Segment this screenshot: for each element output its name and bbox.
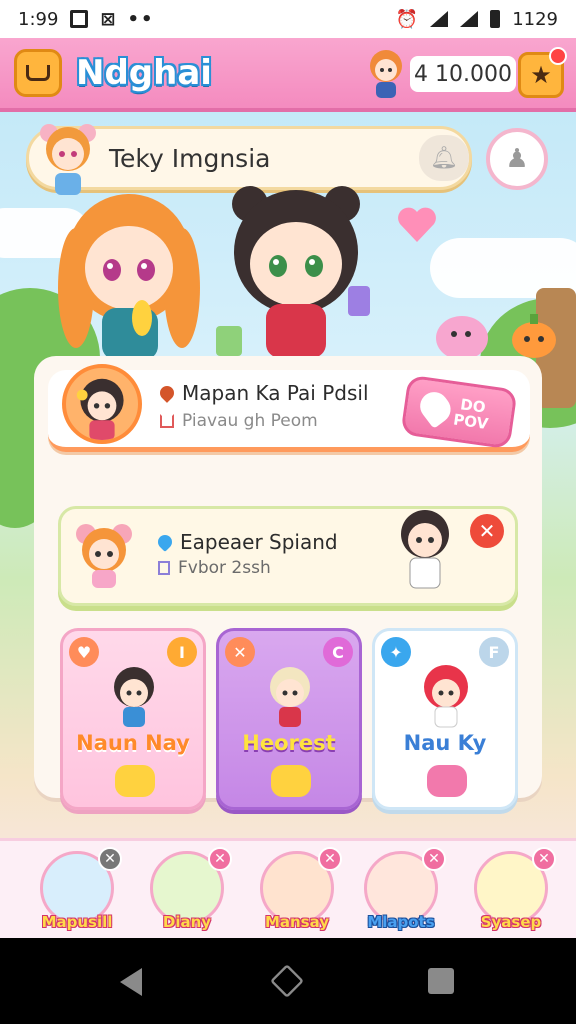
game-screen: Ndghai 4 10.000 ★ Teky Imgnsia 🔔︎ ♟ Mapa…	[0, 38, 576, 938]
roster-item[interactable]: ✕ Mansay	[252, 847, 342, 937]
quest-avatar	[62, 364, 142, 444]
card-name: Heorest	[242, 731, 336, 755]
blob-icon	[427, 765, 467, 797]
slime-critter	[436, 316, 488, 360]
quest-subtitle-text: Piavau gh Peom	[182, 411, 318, 431]
roster-name: Syasep	[480, 913, 542, 931]
lock-icon: ✕	[98, 847, 122, 871]
roster-item[interactable]: ✕ Mlapots	[356, 847, 446, 937]
player-avatar	[40, 124, 96, 195]
star-face-icon	[271, 765, 311, 797]
profile-button[interactable]: ♟	[486, 128, 548, 190]
drop-icon	[157, 383, 177, 403]
card-name: Nau Ky	[403, 731, 487, 755]
hero-character-orange	[58, 194, 200, 360]
game-title: Ndghai	[76, 53, 212, 93]
roster-name: Mlapots	[367, 913, 435, 931]
star-badge-icon: ✦	[381, 637, 411, 667]
back-icon[interactable]	[120, 968, 142, 996]
more-dots-icon: ••	[127, 8, 155, 30]
app-icon: ⊠	[100, 8, 116, 30]
remove-icon: ✕	[208, 847, 232, 871]
player-name: Teky Imgnsia	[109, 143, 271, 173]
status-time: 1:99	[18, 8, 59, 30]
favorites-button[interactable]: ★	[518, 47, 567, 98]
character-card-1[interactable]: ♥ I Naun Nay	[60, 628, 206, 810]
floating-heart	[398, 207, 436, 242]
do-quest-label: DO POV	[452, 395, 490, 434]
close-icon: ✕	[478, 519, 496, 543]
notification-icon	[70, 10, 89, 28]
card-badge: C	[323, 637, 353, 667]
roster-item[interactable]: ✕ Diany	[142, 847, 232, 937]
heart-badge-icon: ♥	[69, 637, 99, 667]
roster-name: Mansay	[264, 913, 330, 931]
status-clock: 1129	[512, 8, 558, 30]
quest-title: Mapan Ka Pai Pdsil	[157, 381, 369, 405]
quest2-title-text: Eapeaer Spiand	[180, 530, 338, 554]
recent-apps-icon[interactable]	[428, 968, 454, 994]
ghost-icon: ♟	[505, 144, 529, 174]
scroll-icon	[158, 561, 170, 575]
card-name: Naun Nay	[76, 731, 190, 755]
quest2-title: Eapeaer Spiand	[155, 530, 338, 554]
star-face-icon	[115, 765, 155, 797]
home-button[interactable]	[14, 49, 62, 97]
home-icon[interactable]	[270, 964, 304, 998]
card-character	[424, 665, 468, 728]
card-badge: F	[479, 637, 509, 667]
character-roster: ✕ Mapusill ✕ Diany ✕ Mansay ✕ Mlapots ✕ …	[0, 838, 576, 938]
bell-button[interactable]: 🔔︎	[419, 135, 469, 181]
status-right: ⏰ 1129	[396, 9, 558, 30]
roster-item[interactable]: ✕ Syasep	[466, 847, 556, 937]
signal-icon	[460, 11, 479, 27]
quest2-subtitle: Fvbor 2ssh	[158, 558, 271, 578]
x-badge-icon: ✕	[225, 637, 255, 667]
card-character	[114, 667, 154, 727]
remove-icon: ✕	[532, 847, 556, 871]
quest-subtitle: Piavau gh Peom	[160, 411, 318, 431]
status-left: 1:99 ⊠ ••	[18, 9, 155, 30]
roster-item[interactable]: ✕ Mapusill	[32, 847, 122, 937]
character-card-3[interactable]: ✦ F Nau Ky	[372, 628, 518, 810]
remove-icon: ✕	[318, 847, 342, 871]
hero-character-dark	[216, 186, 370, 358]
status-bar: 1:99 ⊠ •• ⏰ 1129	[0, 0, 576, 38]
star-icon: ★	[530, 61, 552, 89]
quest-title-text: Mapan Ka Pai Pdsil	[182, 381, 369, 405]
notification-badge	[549, 47, 567, 65]
fruit-critter	[512, 314, 556, 358]
player-mini-avatar	[370, 50, 402, 98]
quest2-character	[401, 510, 449, 589]
character-card-2[interactable]: ✕ C Heorest	[216, 628, 362, 810]
bell-icon: 🔔︎	[430, 145, 458, 171]
card-character	[270, 667, 310, 727]
card-badge: I	[167, 637, 197, 667]
alarm-icon: ⏰	[395, 8, 419, 30]
currency-counter: 4 10.000	[410, 56, 516, 92]
house-icon	[160, 414, 174, 428]
system-nav-bar	[0, 938, 576, 1024]
top-bar: Ndghai 4 10.000 ★	[0, 38, 576, 112]
blue-heart-icon	[155, 532, 175, 552]
remove-icon: ✕	[422, 847, 446, 871]
basket-icon	[26, 65, 50, 81]
roster-name: Diany	[162, 913, 212, 931]
quest2-avatar	[76, 524, 132, 588]
battery-icon	[490, 10, 501, 28]
roster-name: Mapusill	[41, 913, 113, 931]
quest2-subtitle-text: Fvbor 2ssh	[178, 558, 271, 578]
wifi-icon	[430, 11, 449, 27]
dismiss-quest-button[interactable]: ✕	[470, 514, 504, 548]
